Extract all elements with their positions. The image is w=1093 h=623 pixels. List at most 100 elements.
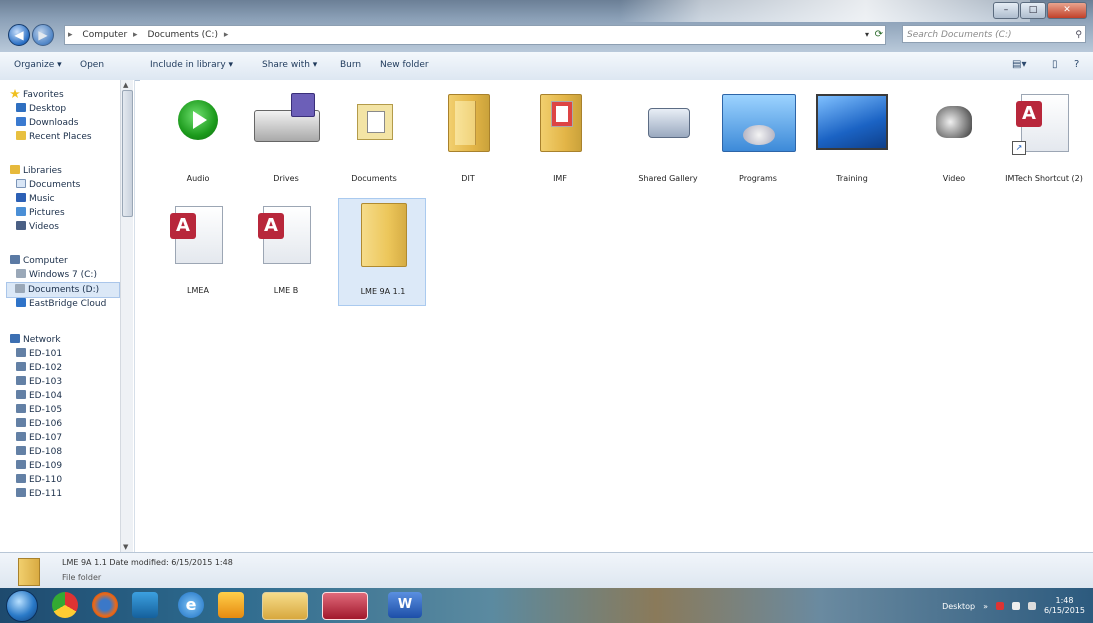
search-placeholder: Search Documents (C:) [907,30,1012,40]
address-bar[interactable]: ▸ Computer ▸ Documents (C:) ▸ ▾ ⟳ [64,25,886,45]
nav-network-pc[interactable]: ED-103 [16,375,62,389]
internet-explorer-icon[interactable]: e [178,592,204,618]
chrome-icon[interactable] [52,592,78,618]
nav-favorites[interactable]: Favorites [10,88,64,102]
close-button[interactable]: ✕ [1047,2,1087,19]
nav-network-pc[interactable]: ED-111 [16,487,62,501]
audio-icon [178,100,218,140]
details-type: File folder [62,573,102,582]
file-item[interactable]: Video [910,86,998,194]
nav-downloads[interactable]: Downloads [16,116,78,130]
breadcrumb-computer[interactable]: Computer [82,30,127,40]
nav-label: ED-109 [29,461,63,471]
folder-icon [361,203,407,267]
scroll-down-icon[interactable]: ▼ [123,543,128,551]
nav-eastbridge-cloud[interactable]: EastBridge Cloud [16,297,106,311]
nav-network-pc[interactable]: ED-107 [16,431,62,445]
office-app-icon[interactable] [218,592,244,618]
access-shortcut-icon: ↗ [1012,94,1069,155]
presentation-app-icon[interactable] [132,592,158,618]
folder-icon [448,94,490,152]
share-with-button[interactable]: Share with ▾ [262,60,317,70]
file-item[interactable]: Shared Gallery [624,86,712,194]
nav-recent-places[interactable]: Recent Places [16,130,92,144]
minimize-button[interactable]: – [993,2,1019,19]
file-label: LME 9A 1.1 [360,287,406,296]
nav-label: Favorites [23,90,64,100]
chevron-down-icon[interactable]: ▾ [865,26,869,44]
network-tray-icon[interactable] [1011,602,1020,610]
file-item[interactable]: IMF [516,86,604,194]
nav-network-pc[interactable]: ED-104 [16,389,62,403]
flag-icon[interactable] [995,602,1004,610]
nav-network-pc[interactable]: ED-101 [16,347,62,361]
chevron-up-icon[interactable]: » [983,602,988,611]
nav-documents[interactable]: Documents [16,178,80,192]
window-titlebar: – □ ✕ ◀ ▶ ▸ Computer ▸ Documents (C:) ▸ … [0,0,1093,52]
nav-music[interactable]: Music [16,192,55,206]
firefox-icon[interactable] [92,592,118,618]
include-in-library-button[interactable]: Include in library ▾ [150,60,233,70]
nav-label: ED-106 [29,419,63,429]
scrollbar-thumb[interactable] [122,90,133,217]
nav-network-pc[interactable]: ED-105 [16,403,62,417]
help-icon[interactable]: ? [1074,59,1079,70]
nav-documents-drive[interactable]: Documents (D:) [6,282,120,298]
nav-network-pc[interactable]: ED-108 [16,445,62,459]
computer-icon [10,255,20,264]
nav-network[interactable]: Network [10,333,61,347]
documents-icon [357,104,393,140]
start-button[interactable] [6,590,38,622]
organize-button[interactable]: Organize ▾ [14,60,62,70]
nav-libraries[interactable]: Libraries [10,164,62,178]
windows-explorer-icon[interactable] [262,592,308,620]
nav-desktop[interactable]: Desktop [16,102,66,116]
file-label: Shared Gallery [638,174,698,183]
file-item[interactable]: LME B [242,198,330,306]
search-icon[interactable]: ⚲ [1075,26,1082,44]
access-app-icon[interactable] [322,592,368,620]
breadcrumb-documents[interactable]: Documents (C:) [147,30,218,40]
burn-button[interactable]: Burn [340,60,361,70]
back-button[interactable]: ◀ [8,24,30,46]
nav-label: Desktop [29,104,67,114]
details-title: LME 9A 1.1 Date modified: 6/15/2015 1:48 [62,558,233,567]
scroll-up-icon[interactable]: ▲ [123,81,128,89]
file-item[interactable]: Programs [714,86,802,194]
nav-computer[interactable]: Computer [10,254,68,268]
computer-icon [16,446,26,455]
new-folder-button[interactable]: New folder [380,60,429,70]
file-item[interactable]: ↗ IMTech Shortcut (2) [1000,86,1088,194]
maximize-button[interactable]: □ [1020,2,1046,19]
file-label: Programs [739,174,777,183]
volume-icon[interactable] [1027,602,1036,610]
open-button[interactable]: Open [80,60,104,70]
file-item[interactable]: Documents [330,86,418,194]
nav-network-pc[interactable]: ED-110 [16,473,62,487]
clock[interactable]: 1:48 6/15/2015 [1044,596,1085,616]
nav-pictures[interactable]: Pictures [16,206,65,220]
programs-icon [722,94,796,152]
file-item[interactable]: Audio [154,86,242,194]
view-options-icon[interactable]: ▤▾ [1012,59,1026,70]
preview-pane-icon[interactable]: ▯ [1052,59,1058,70]
file-item[interactable]: DIT [424,86,512,194]
nav-scrollbar[interactable]: ▲ ▼ [120,80,133,552]
nav-label: EastBridge Cloud [29,299,107,309]
word-icon[interactable]: W [388,592,422,618]
file-item[interactable]: LMEA [154,198,242,306]
file-item-selected[interactable]: LME 9A 1.1 [338,198,426,306]
forward-button[interactable]: ▶ [32,24,54,46]
refresh-icon[interactable]: ⟳ [875,26,883,44]
nav-network-pc[interactable]: ED-109 [16,459,62,473]
file-item[interactable]: Drives [242,86,330,194]
desktop-toolbar-label[interactable]: Desktop [942,602,975,611]
nav-windows-drive[interactable]: Windows 7 (C:) [16,268,97,282]
nav-network-pc[interactable]: ED-102 [16,361,62,375]
nav-label: Computer [23,256,68,266]
search-input[interactable]: Search Documents (C:) ⚲ [902,25,1086,43]
nav-network-pc[interactable]: ED-106 [16,417,62,431]
nav-videos[interactable]: Videos [16,220,59,234]
window-controls: – □ ✕ [993,2,1087,19]
file-item[interactable]: Training [808,86,896,194]
